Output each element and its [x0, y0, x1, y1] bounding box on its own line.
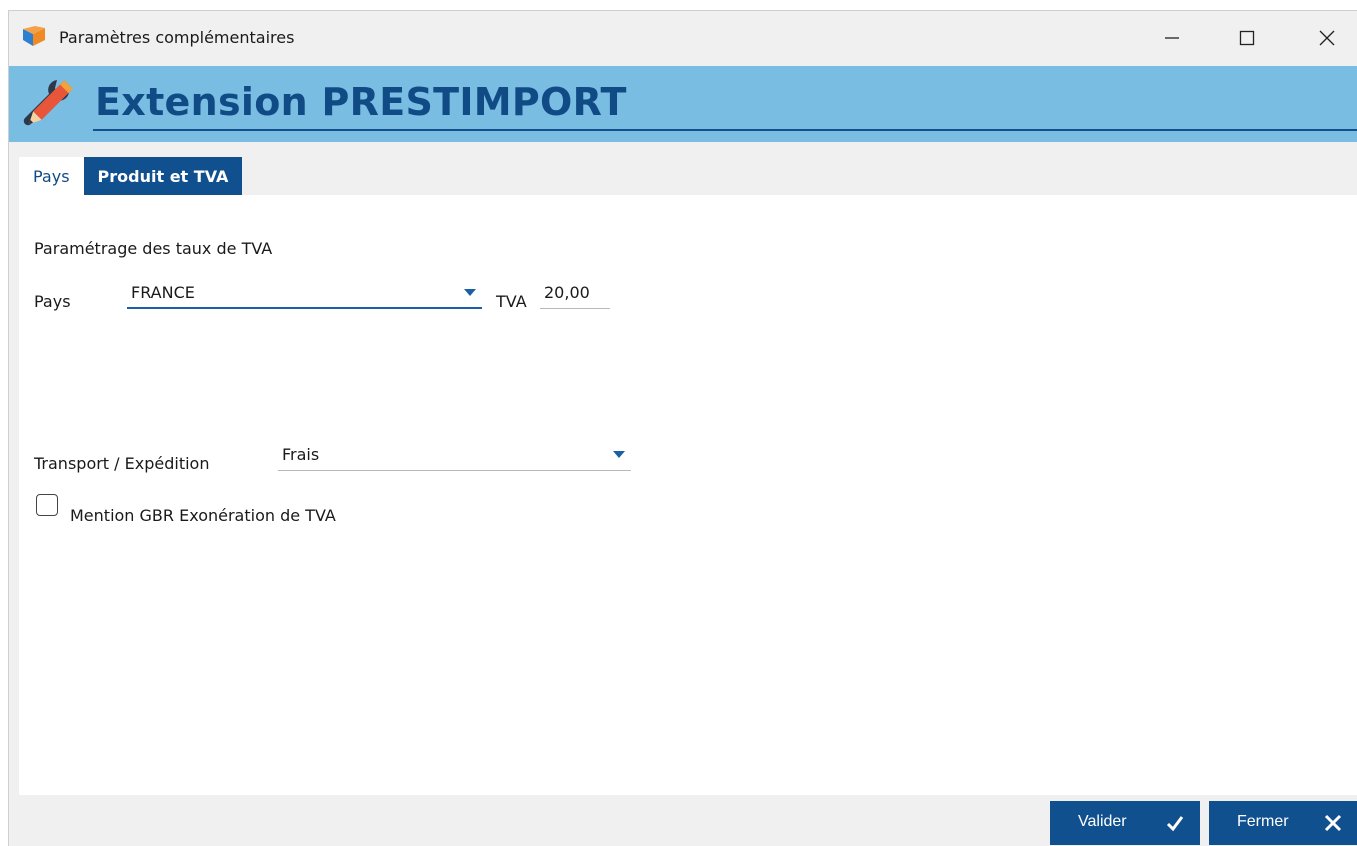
close-icon — [1324, 814, 1342, 832]
valider-button[interactable]: Valider — [1050, 801, 1200, 845]
header-banner: Extension PRESTIMPORT — [9, 66, 1357, 142]
tab-content: Paramétrage des taux de TVA Pays FRANCE … — [19, 195, 1357, 795]
close-window-button[interactable] — [1304, 19, 1350, 57]
transport-select[interactable]: Frais — [278, 439, 631, 471]
gbr-exoneration-checkbox[interactable] — [36, 494, 58, 516]
tab-pays[interactable]: Pays — [19, 157, 84, 195]
app-logo-icon — [23, 26, 45, 46]
close-icon — [1319, 30, 1335, 46]
pays-label: Pays — [34, 292, 71, 311]
transport-select-value: Frais — [282, 445, 320, 464]
tva-input[interactable]: 20,00 — [540, 277, 610, 309]
section-title: Paramétrage des taux de TVA — [34, 239, 273, 258]
tab-produit-et-tva[interactable]: Produit et TVA — [83, 157, 243, 195]
tva-label: TVA — [496, 292, 527, 311]
chevron-down-icon — [613, 451, 625, 458]
maximize-button[interactable] — [1224, 19, 1270, 57]
check-icon — [1166, 816, 1184, 832]
tva-input-value: 20,00 — [544, 283, 590, 302]
minimize-button[interactable] — [1149, 19, 1195, 57]
pays-select[interactable]: FRANCE — [127, 277, 482, 309]
tab-bar: Pays Produit et TVA — [19, 157, 243, 195]
dialog-window: Paramètres complémentaires Extension PRE… — [8, 10, 1357, 846]
chevron-down-icon — [464, 289, 476, 296]
transport-label: Transport / Expédition — [34, 454, 210, 473]
pays-select-value: FRANCE — [131, 282, 195, 302]
fermer-button[interactable]: Fermer — [1209, 801, 1357, 845]
title-bar[interactable]: Paramètres complémentaires — [9, 11, 1357, 66]
window-title: Paramètres complémentaires — [59, 28, 295, 47]
gbr-exoneration-label[interactable]: Mention GBR Exonération de TVA — [70, 506, 336, 525]
minimize-icon — [1165, 37, 1179, 39]
banner-title: Extension PRESTIMPORT — [95, 80, 627, 124]
maximize-icon — [1239, 30, 1255, 46]
valider-button-label: Valider — [1078, 813, 1127, 830]
fermer-button-label: Fermer — [1237, 813, 1289, 830]
banner-underline — [93, 129, 1357, 131]
tools-icon — [23, 80, 73, 126]
